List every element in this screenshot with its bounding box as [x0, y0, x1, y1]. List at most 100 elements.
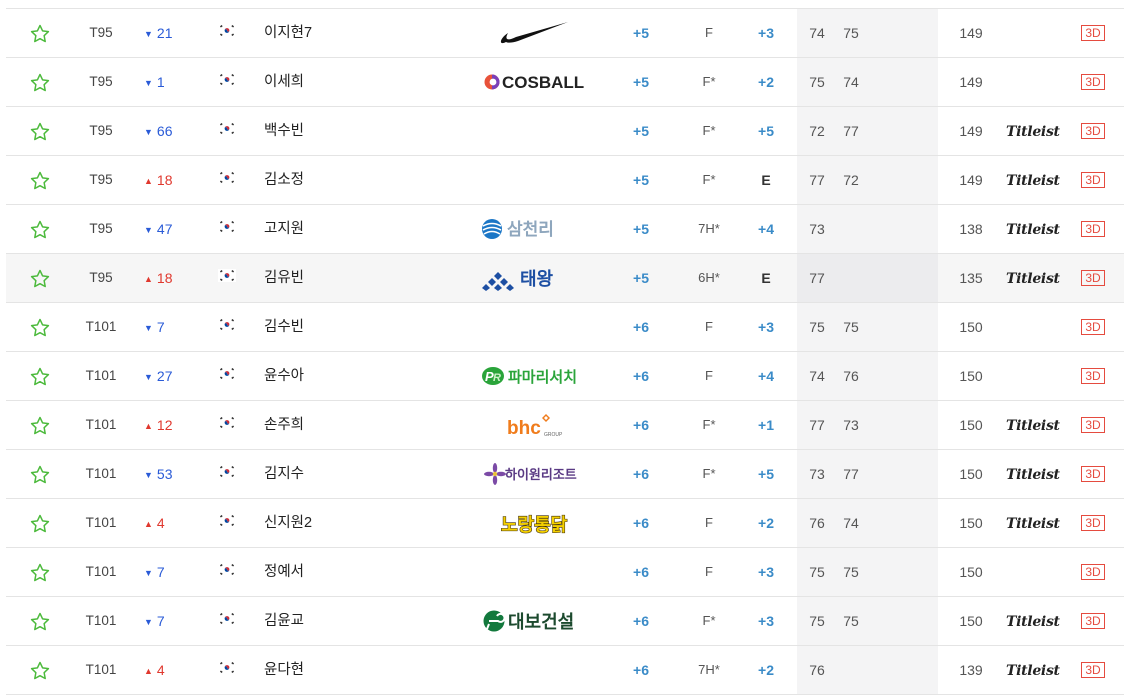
table-row[interactable]: T101 ▲ 4 신지원2 노랑통닭 +6 F +2 76 74 150 Titl…	[6, 499, 1124, 548]
korea-flag-icon	[218, 171, 236, 184]
3d-view-button[interactable]: 3D	[1081, 172, 1105, 188]
3d-view-button[interactable]: 3D	[1081, 74, 1105, 90]
round1-score: 76	[809, 515, 825, 531]
favorite-button[interactable]	[30, 597, 52, 645]
table-row[interactable]: T101 ▲ 4 윤다현 +6 7H* +2 76 139 Titleist 3D	[6, 646, 1124, 695]
star-outline-icon	[30, 73, 50, 92]
favorite-button[interactable]	[30, 499, 52, 547]
favorite-button[interactable]	[30, 646, 52, 694]
3d-view-button[interactable]: 3D	[1081, 466, 1105, 482]
table-row[interactable]: T101 ▼ 7 김윤교 대보건설 +6 F* +3 75 75 150 Titl…	[6, 597, 1124, 646]
total-strokes: 150	[959, 613, 983, 629]
sponsor-logo: bhc GROUP	[464, 401, 604, 449]
table-row[interactable]: T95 ▼ 47 고지원 삼천리 +5 7H* +4 73 138 Titlei…	[6, 205, 1124, 254]
table-row[interactable]: T101 ▼ 7 김수빈 +6 F +3 75 75 150 3D	[6, 303, 1124, 352]
svg-text:파마리서치: 파마리서치	[508, 368, 577, 386]
3d-view-button[interactable]: 3D	[1081, 417, 1105, 433]
table-row[interactable]: T95 ▼ 66 백수빈 +5 F* +5 72 77 149 Titleist …	[6, 107, 1124, 156]
3d-view-button[interactable]: 3D	[1081, 270, 1105, 286]
rank-movement-value: 4	[156, 662, 165, 678]
round2-score: 77	[843, 466, 859, 482]
3d-view-button[interactable]: 3D	[1081, 613, 1105, 629]
table-row[interactable]: T101 ▲ 12 손주희 bhc GROUP +6 F* +1 77 73 15…	[6, 401, 1124, 450]
favorite-button[interactable]	[30, 107, 52, 155]
player-name[interactable]: 백수빈	[264, 107, 384, 155]
favorite-button[interactable]	[30, 58, 52, 106]
table-row[interactable]: T95 ▲ 18 김유빈 태왕 +5 6H* E 77 135 Titleist…	[6, 254, 1124, 303]
rank: T95	[89, 172, 113, 187]
rank-movement: ▼ 1	[144, 58, 194, 106]
ball-brand-logo: Titleist	[1006, 467, 1060, 483]
3d-view-button[interactable]: 3D	[1081, 368, 1105, 384]
rank: T101	[85, 564, 117, 579]
triangle-down-icon: ▼	[144, 617, 153, 627]
table-row[interactable]: T95 ▼ 21 이지현7 +5 F +3 74 75 149 3D	[6, 8, 1124, 58]
nationality	[218, 254, 236, 302]
favorite-button[interactable]	[30, 254, 52, 302]
table-row[interactable]: T95 ▲ 18 김소정 +5 F* E 77 72 149 Titleist 3…	[6, 156, 1124, 205]
thru-holes: F*	[702, 74, 716, 89]
table-row[interactable]: T101 ▼ 53 김지수 하이원리조트 +6 F* +5 73 77 150 …	[6, 450, 1124, 499]
table-row[interactable]: T101 ▼ 27 윤수아 P R 파마리서치 +6 F +4 74 76 150	[6, 352, 1124, 401]
svg-text:대보건설: 대보건설	[508, 612, 574, 633]
star-outline-icon	[30, 122, 50, 141]
player-name[interactable]: 손주희	[264, 401, 384, 449]
table-row[interactable]: T95 ▼ 1 이세희 COSBALL +5 F* +2 75 74 149 3D	[6, 58, 1124, 107]
favorite-button[interactable]	[30, 303, 52, 351]
player-name[interactable]: 정예서	[264, 548, 384, 596]
favorite-button[interactable]	[30, 450, 52, 498]
sponsor-logo: 노랑통닭	[464, 499, 604, 547]
3d-view-button[interactable]: 3D	[1081, 221, 1105, 237]
korea-flag-icon	[218, 73, 236, 86]
rank: T95	[89, 25, 113, 40]
round2-score: 75	[843, 319, 859, 335]
table-row[interactable]: T101 ▼ 7 정예서 +6 F +3 75 75 150 3D	[6, 548, 1124, 597]
round2-score	[840, 646, 862, 694]
total-score: +5	[633, 172, 649, 188]
player-name[interactable]: 고지원	[264, 205, 384, 253]
favorite-button[interactable]	[30, 401, 52, 449]
round1-score: 73	[809, 221, 825, 237]
round1-score: 74	[809, 368, 825, 384]
total-strokes: 149	[959, 172, 983, 188]
player-name[interactable]: 김윤교	[264, 597, 384, 645]
player-name[interactable]: 김소정	[264, 156, 384, 204]
sponsor-logo	[464, 107, 604, 155]
samchully-logo: 삼천리	[482, 219, 554, 240]
3d-view-button[interactable]: 3D	[1081, 319, 1105, 335]
ball-brand: Titleist	[1006, 646, 1062, 694]
nationality	[218, 499, 236, 547]
player-name[interactable]: 이세희	[264, 58, 384, 106]
player-name[interactable]: 이지현7	[264, 9, 384, 57]
3d-view-button[interactable]: 3D	[1081, 123, 1105, 139]
player-name[interactable]: 김지수	[264, 450, 384, 498]
ball-brand	[1006, 9, 1062, 57]
rank-movement-value: 7	[156, 319, 165, 335]
3d-view-button[interactable]: 3D	[1081, 25, 1105, 41]
favorite-button[interactable]	[30, 205, 52, 253]
favorite-button[interactable]	[30, 156, 52, 204]
3d-view-button[interactable]: 3D	[1081, 515, 1105, 531]
rank: T101	[85, 515, 117, 530]
rank: T95	[89, 74, 113, 89]
rank-movement: ▼ 7	[144, 303, 194, 351]
round1-score: 75	[809, 319, 825, 335]
total-score: +6	[633, 466, 649, 482]
thru-holes: F*	[702, 172, 716, 187]
total-score: +5	[633, 123, 649, 139]
round2-score: 73	[843, 417, 859, 433]
3d-view-button[interactable]: 3D	[1081, 564, 1105, 580]
player-name[interactable]: 신지원2	[264, 499, 384, 547]
3d-view-button[interactable]: 3D	[1081, 662, 1105, 678]
nationality	[218, 548, 236, 596]
favorite-button[interactable]	[30, 352, 52, 400]
player-name[interactable]: 김유빈	[264, 254, 384, 302]
thru-holes: F	[705, 368, 713, 383]
favorite-button[interactable]	[30, 9, 52, 57]
player-name[interactable]: 윤다현	[264, 646, 384, 694]
player-name[interactable]: 윤수아	[264, 352, 384, 400]
round1-score: 73	[809, 466, 825, 482]
svg-text:GROUP: GROUP	[544, 432, 563, 438]
player-name[interactable]: 김수빈	[264, 303, 384, 351]
favorite-button[interactable]	[30, 548, 52, 596]
